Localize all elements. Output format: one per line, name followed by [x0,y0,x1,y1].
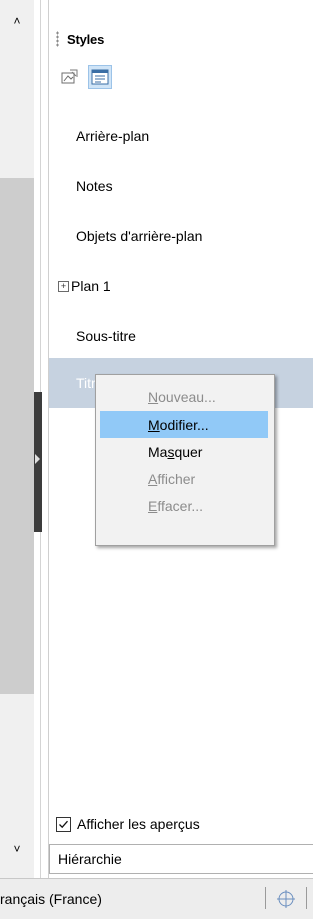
style-label: Notes [76,178,113,194]
menu-item-modify[interactable]: Modifier... [100,411,268,438]
list-item[interactable]: Arrière-plan [49,111,313,161]
drawing-styles-icon [61,69,78,84]
show-previews-checkbox[interactable] [56,816,71,832]
scrollbar-thumb[interactable] [0,178,34,694]
menu-label: ffacer... [157,497,204,514]
scroll-down-arrow-icon[interactable]: ˅ [0,834,34,864]
checkmark-icon [59,820,68,828]
panel-header: Styles [56,24,104,54]
presentation-styles-icon [91,69,109,85]
language-status[interactable]: rançais (France) [0,891,102,907]
mnemonic: E [148,497,158,514]
status-separator [306,887,307,909]
list-item[interactable]: Notes [49,161,313,211]
menu-item-new[interactable]: Nouveau... [100,383,268,410]
context-menu: Nouveau... Modifier... Masquer Afficher … [95,374,275,546]
menu-item-hide[interactable]: Masquer [100,438,268,465]
style-label: Sous-titre [76,328,136,344]
menu-label: fficher [157,470,196,487]
scroll-up-arrow-icon[interactable]: ˄ [0,6,34,36]
style-category-toolbar [58,62,112,92]
collapse-arrow-icon [35,454,40,464]
menu-label: ouveau... [158,388,216,405]
drawing-styles-button[interactable] [58,65,82,89]
menu-label-prefix: Ma [148,443,168,460]
list-item[interactable]: Objets d'arrière-plan [49,211,313,261]
mnemonic: A [148,470,158,487]
list-item[interactable]: Sous-titre [49,311,313,361]
mnemonic: N [148,388,159,405]
mnemonic: M [148,416,160,433]
style-label: Arrière-plan [76,128,150,144]
presentation-styles-button[interactable] [88,65,112,89]
show-previews-row[interactable]: Afficher les aperçus [56,816,200,832]
menu-item-delete[interactable]: Effacer... [100,492,268,519]
list-item[interactable]: + Plan 1 [49,261,313,311]
menu-item-show[interactable]: Afficher [100,465,268,492]
status-bar: rançais (France) [0,878,313,919]
style-label: Plan 1 [71,278,111,294]
show-previews-label: Afficher les aperçus [77,816,200,832]
style-filter-select[interactable]: Hiérarchie [49,844,313,874]
crosshair-icon[interactable] [275,888,297,910]
menu-label: quer [174,443,203,460]
vertical-scrollbar[interactable]: ˄ ˅ [0,0,34,878]
grip-icon[interactable] [56,31,59,47]
style-filter-value: Hiérarchie [58,851,122,867]
panel-title: Styles [67,31,105,47]
style-label: Objets d'arrière-plan [76,228,203,244]
expand-plus-icon[interactable]: + [58,280,69,292]
status-separator [265,887,266,909]
menu-label: odifier... [159,416,209,433]
